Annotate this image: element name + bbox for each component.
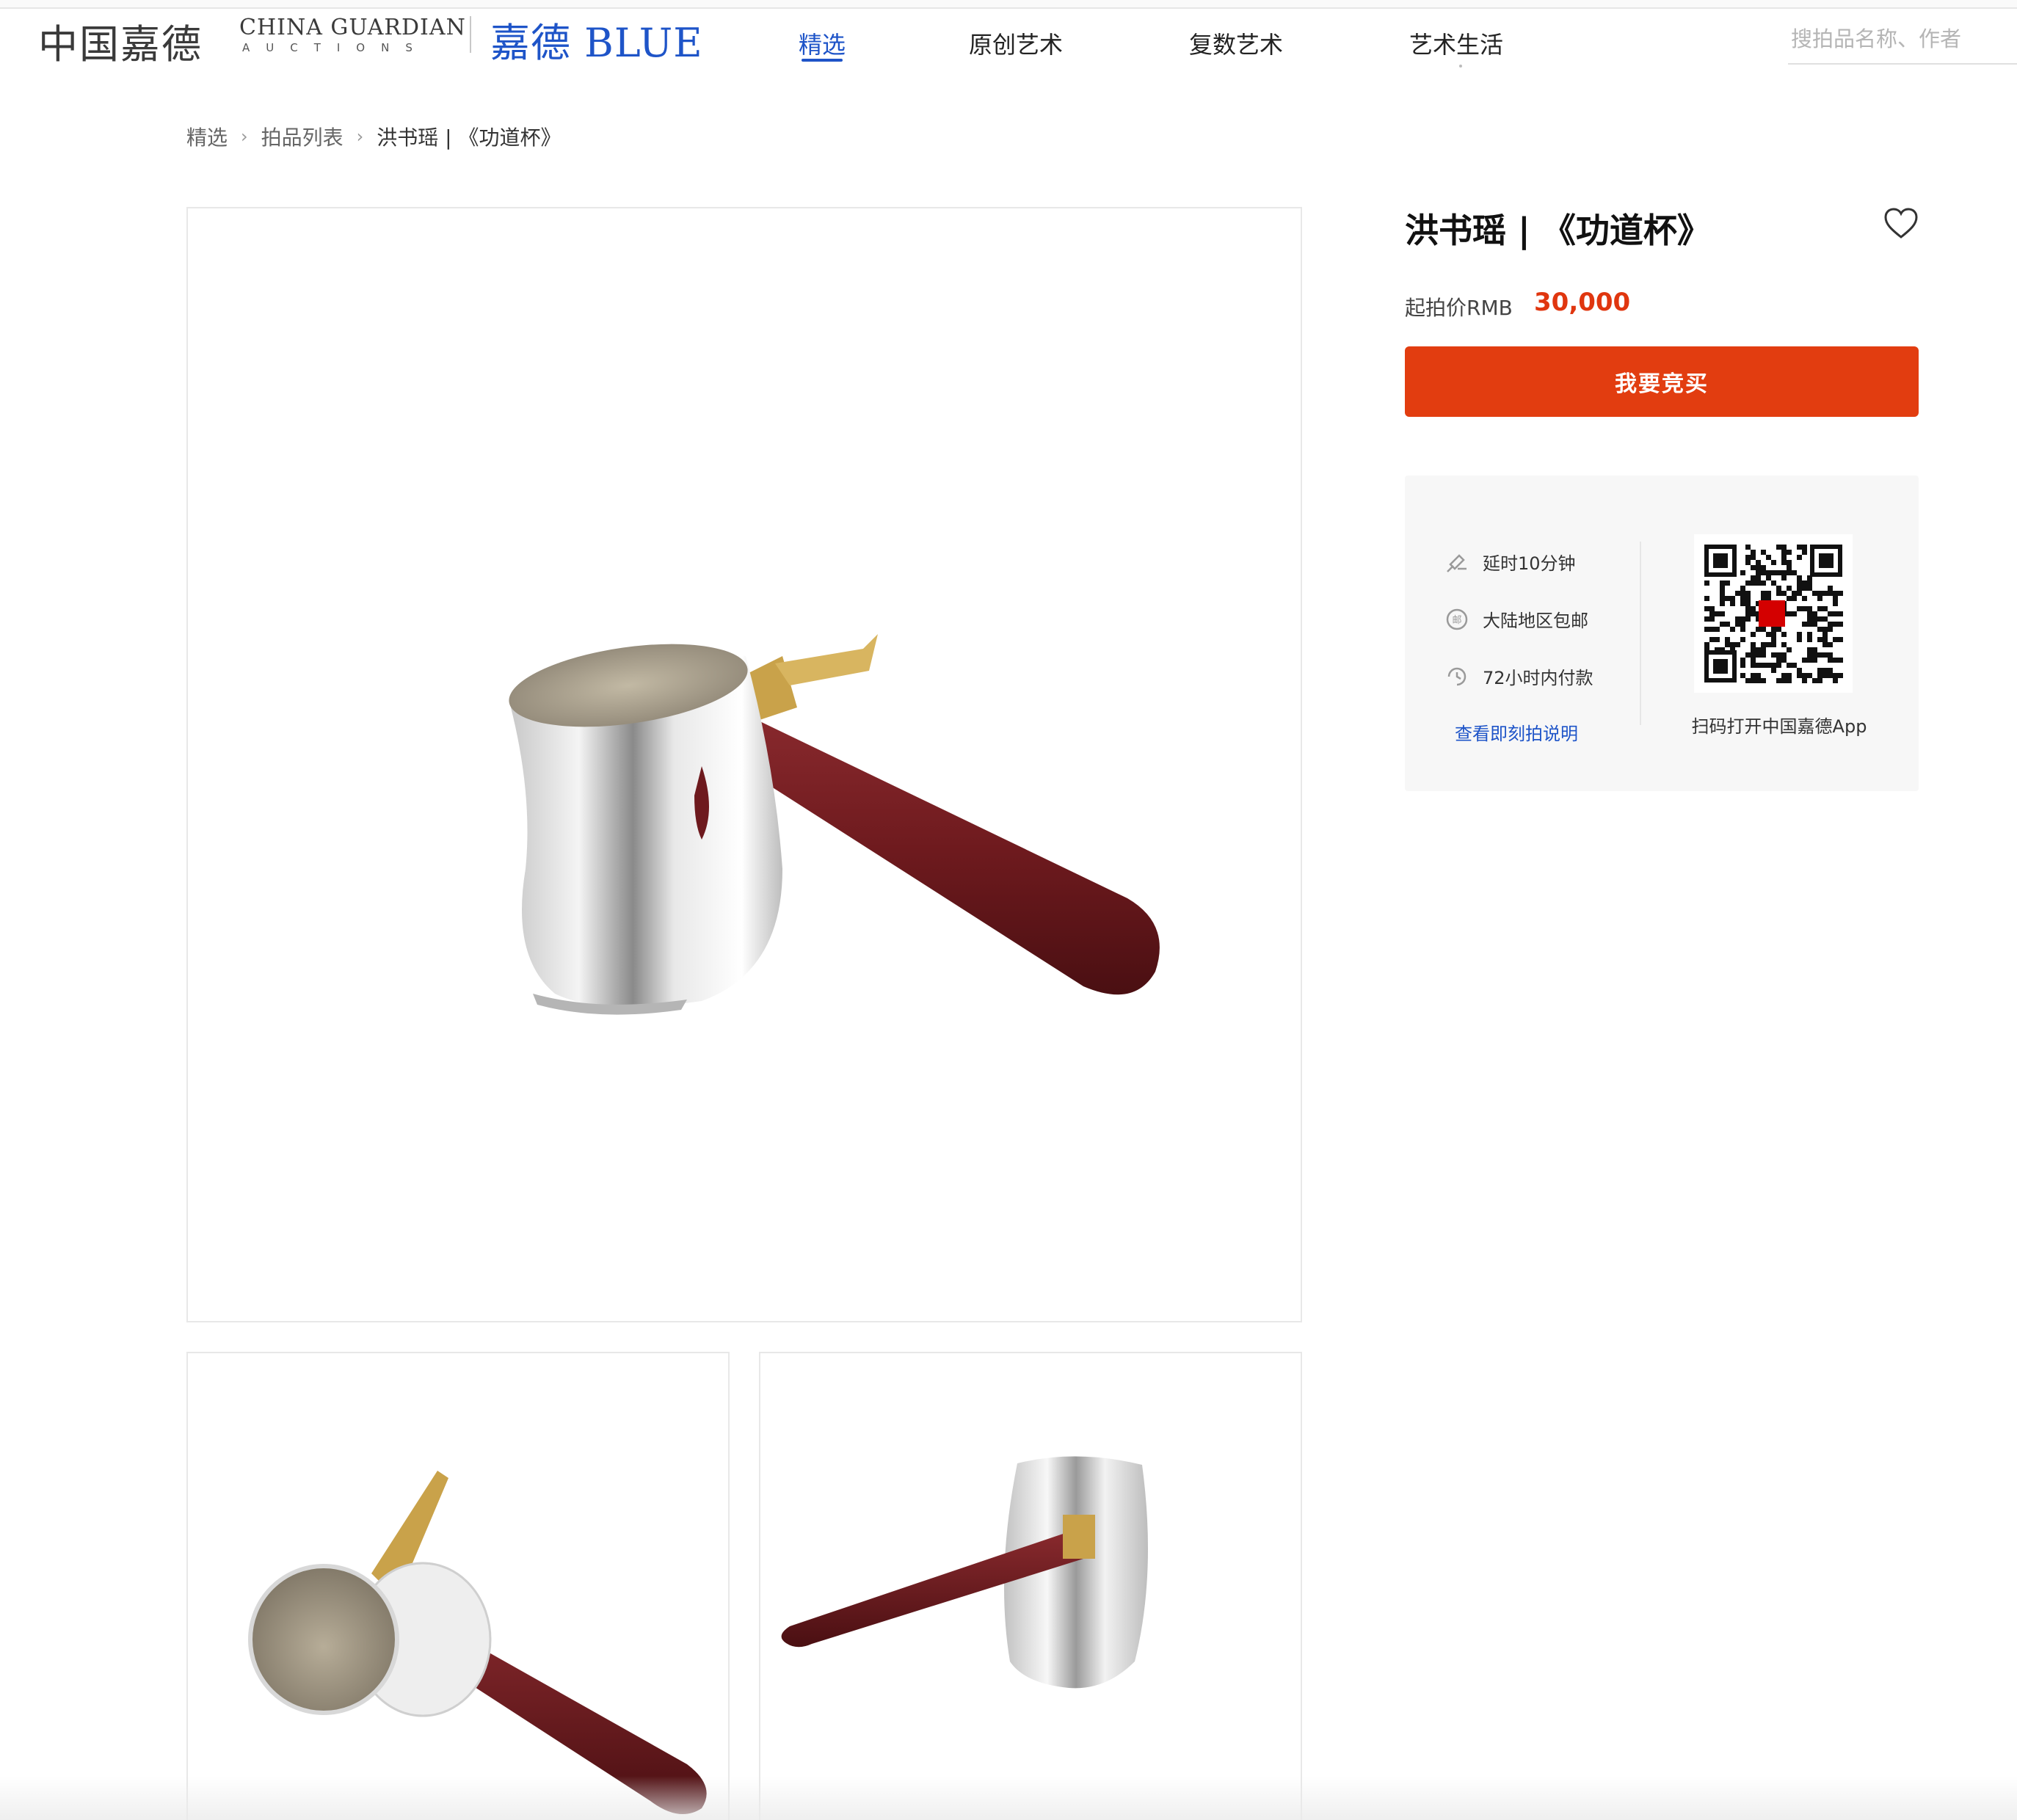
- nav-item-featured[interactable]: 精选: [799, 26, 846, 60]
- main-product-image[interactable]: [186, 207, 1302, 1322]
- svg-text:邮: 邮: [1452, 615, 1461, 626]
- tea-cup-front-view: [781, 1456, 1148, 1689]
- nav-item-art-life[interactable]: 艺术生活: [1409, 26, 1503, 60]
- logo-china-guardian-en[interactable]: CHINA GUARDIAN: [239, 15, 466, 40]
- logo-blue[interactable]: 嘉德 BLUE: [490, 10, 703, 68]
- logo-china-guardian-cn[interactable]: 中国嘉德: [38, 12, 203, 70]
- nav-item-multiple-art[interactable]: 复数艺术: [1189, 26, 1283, 60]
- breadcrumb-lot-list[interactable]: 拍品列表: [261, 122, 344, 151]
- browser-top-edge: [0, 0, 2017, 9]
- breadcrumb-featured[interactable]: 精选: [186, 122, 228, 151]
- tea-cup-illustration: [509, 634, 1160, 1015]
- info-row-shipping: 邮 大陆地区包邮: [1444, 606, 1588, 632]
- item-title: 洪书瑶 | 《功道杯》: [1405, 211, 1711, 250]
- info-text-extension: 延时10分钟: [1483, 553, 1576, 574]
- info-text-payment: 72小时内付款: [1483, 668, 1593, 688]
- app-qr-code: [1694, 534, 1853, 693]
- clock-72-icon: [1447, 667, 1467, 685]
- logo-divider: [470, 16, 471, 53]
- qr-code-icon: [1701, 542, 1845, 685]
- breadcrumb-current: 洪书瑶 | 《功道杯》: [377, 125, 562, 150]
- qr-caption: 扫码打开中国嘉德App: [1691, 716, 1867, 737]
- thumbnail-image-1[interactable]: [186, 1352, 730, 1820]
- instant-auction-info-link[interactable]: 查看即刻拍说明: [1455, 719, 1578, 745]
- shipping-icon: 邮: [1446, 608, 1468, 630]
- breadcrumb-chevron-icon: ›: [356, 126, 364, 147]
- nav-item-original-art[interactable]: 原创艺术: [969, 26, 1063, 60]
- gavel-icon: [1447, 553, 1467, 572]
- heart-icon[interactable]: [1883, 207, 1919, 239]
- info-panel-divider: [1640, 542, 1641, 725]
- nav-active-indicator: [802, 59, 843, 62]
- tea-cup-side-view: [248, 1471, 707, 1814]
- info-row-payment: 72小时内付款: [1444, 663, 1593, 689]
- thumbnail-image-2[interactable]: [759, 1352, 1302, 1820]
- breadcrumb-chevron-icon: ›: [241, 126, 248, 147]
- bid-button[interactable]: 我要竞买: [1405, 346, 1919, 417]
- page-bottom-fade: [0, 1776, 2017, 1820]
- info-row-extension: 延时10分钟: [1444, 549, 1576, 575]
- nav-dot: [1459, 65, 1462, 68]
- search-box: [1788, 15, 2017, 65]
- info-text-shipping: 大陆地区包邮: [1483, 611, 1588, 631]
- auction-info-panel: 延时10分钟 邮 大陆地区包邮 72小时内付款 查看即刻拍说明 扫码打开中国嘉德…: [1405, 476, 1919, 791]
- starting-price-label: 起拍价RMB: [1405, 296, 1513, 320]
- logo-auctions-subtitle: AUCTIONS: [242, 41, 429, 54]
- starting-price-value: 30,000: [1534, 288, 1631, 317]
- search-input[interactable]: [1788, 15, 2017, 63]
- site-header: 中国嘉德 CHINA GUARDIAN AUCTIONS 嘉德 BLUE 精选 …: [0, 9, 2017, 90]
- breadcrumb: 精选 › 拍品列表 › 洪书瑶 | 《功道杯》: [186, 122, 562, 151]
